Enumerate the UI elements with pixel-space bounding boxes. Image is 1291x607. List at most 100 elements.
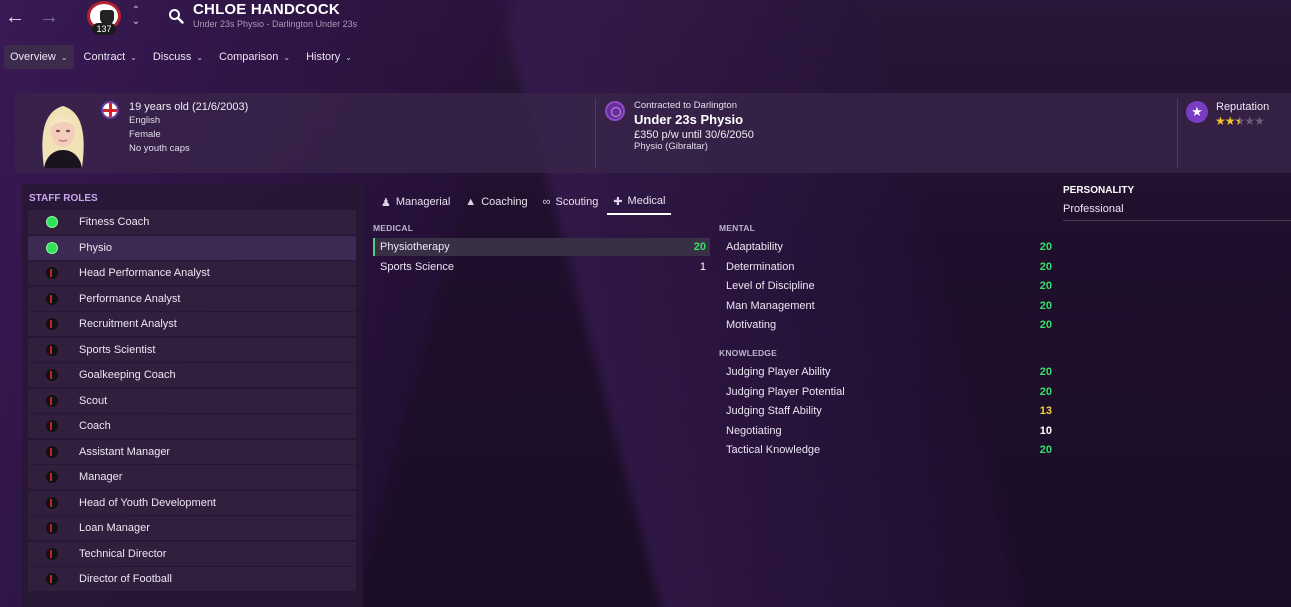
staff-role-label: Manager [79, 471, 123, 483]
staff-role-row[interactable]: Coach [28, 414, 356, 438]
club-badge[interactable]: 137 [84, 0, 124, 35]
attribute-row[interactable]: Level of Discipline 20 [726, 277, 1056, 295]
up-down-chevron-icon[interactable]: ⌃ ⌄ [131, 5, 141, 27]
staff-role-row[interactable]: Head of Youth Development [28, 490, 356, 515]
england-flag-icon [101, 101, 119, 119]
attribute-row[interactable]: Determination 20 [726, 258, 1056, 276]
star-icon: ★ [1224, 114, 1236, 128]
divider [595, 98, 596, 168]
attribute-value: 1 [699, 261, 706, 273]
staff-role-row[interactable]: Manager [28, 465, 356, 489]
attribute-row[interactable]: Adaptability 20 [726, 238, 1056, 256]
status-none-icon [46, 547, 58, 560]
attribute-name: Man Management [726, 299, 815, 312]
tab-label: Overview [10, 51, 56, 63]
tab-scouting[interactable]: ∞ Scouting [537, 189, 605, 215]
tab-history[interactable]: History ⌄ [300, 45, 358, 69]
attribute-row[interactable]: Motivating 20 [726, 316, 1056, 334]
attribute-tabs: ♟ Managerial ▲ Coaching ∞ Scouting ✚ Medical [375, 189, 674, 215]
status-none-icon [46, 394, 58, 407]
attribute-value: 20 [1039, 260, 1052, 273]
attribute-name: Level of Discipline [726, 280, 815, 292]
main-tabs: Overview ⌄ Contract ⌄ Discuss ⌄ Comparison ⌄… [4, 45, 362, 69]
attribute-row[interactable]: Judging Staff Ability 13 [726, 402, 1056, 420]
reputation-stars: ★★★★★ [1215, 114, 1265, 128]
tab-contract[interactable]: Contract ⌄ [78, 45, 143, 69]
attribute-name: Physiotherapy [380, 241, 450, 253]
staff-role-label: Assistant Manager [79, 445, 171, 458]
staff-role-row[interactable]: Director of Football [28, 567, 356, 591]
attribute-row[interactable]: Judging Player Ability 20 [726, 363, 1056, 381]
tab-coaching[interactable]: ▲ Coaching [459, 189, 533, 215]
tab-medical[interactable]: ✚ Medical [607, 189, 672, 215]
caps-text: No youth caps [129, 143, 190, 154]
attribute-row[interactable]: Physiotherapy 20 [373, 238, 710, 256]
reputation-label: Reputation [1216, 101, 1270, 113]
staff-roles-panel: STAFF ROLES Fitness Coach Physio Head Perf… [22, 184, 363, 607]
chevron-down-icon: ⌄ [345, 52, 352, 62]
back-arrow-icon[interactable]: ← [4, 6, 26, 28]
staff-role-row[interactable]: Assistant Manager [28, 439, 356, 464]
attribute-value: 20 [693, 241, 706, 253]
coaching-icon: ▲ [465, 196, 477, 208]
staff-role-row[interactable]: Loan Manager [28, 516, 356, 540]
contract-wage: £350 p/w until 30/6/2050 [634, 129, 754, 141]
status-none-icon [46, 343, 58, 356]
staff-role-row[interactable]: Goalkeeping Coach [28, 363, 356, 387]
medical-section-title: MEDICAL [373, 223, 414, 233]
status-green-icon [46, 241, 58, 254]
attribute-name: Tactical Knowledge [726, 444, 821, 456]
age-text: 19 years old (21/6/2003) [129, 101, 249, 113]
top-bar: ← → 137 ⌃ ⌄ CHLOE HANDCOCK Under 23s Phys… [0, 0, 1291, 40]
club-logo-icon[interactable] [605, 101, 625, 121]
personality-value: Professional [1063, 203, 1124, 215]
staff-role-row[interactable]: Performance Analyst [28, 286, 356, 311]
tab-discuss[interactable]: Discuss ⌄ [147, 45, 209, 69]
chevron-down-icon: ⌄ [130, 52, 137, 62]
forward-arrow-icon[interactable]: → [38, 6, 60, 28]
attribute-row[interactable]: Judging Player Potential 20 [726, 383, 1056, 401]
chevron-down-icon: ⌄ [283, 52, 291, 62]
attribute-row[interactable]: Man Management 20 [726, 297, 1056, 315]
role-detail: Physio (Gibraltar) [634, 141, 708, 152]
attribute-name: Determination [726, 260, 795, 273]
staff-roles-title: STAFF ROLES [29, 193, 98, 204]
chevron-down-icon: ⌄ [60, 52, 68, 62]
staff-role-label: Fitness Coach [79, 216, 150, 228]
page-title: CHLOE HANDCOCK [193, 1, 340, 18]
status-none-icon [46, 420, 58, 432]
gender-text: Female [129, 129, 161, 140]
staff-role-row[interactable]: Fitness Coach [28, 210, 356, 234]
tab-comparison[interactable]: Comparison ⌄ [213, 45, 296, 69]
reputation-star-icon: ★ [1186, 101, 1208, 123]
star-icon: ★ [1254, 114, 1265, 128]
staff-role-row[interactable]: Scout [28, 388, 356, 413]
badge-number: 137 [92, 23, 116, 35]
status-none-icon [46, 445, 58, 458]
attribute-name: Negotiating [726, 424, 782, 437]
tab-overview[interactable]: Overview ⌄ [4, 45, 74, 69]
attribute-row[interactable]: Negotiating 10 [726, 422, 1056, 440]
tab-label: Managerial [395, 196, 451, 208]
page-subtitle: Under 23s Physio - Darlington Under 23s [193, 19, 358, 29]
star-icon: ★ [1244, 114, 1255, 128]
tab-managerial[interactable]: ♟ Managerial [375, 189, 456, 215]
staff-role-row[interactable]: Recruitment Analyst [28, 312, 356, 336]
staff-role-row[interactable]: Head Performance Analyst [28, 261, 356, 285]
staff-role-label: Physio [79, 241, 113, 254]
staff-role-label: Performance Analyst [79, 292, 181, 305]
status-green-icon [46, 216, 58, 228]
search-icon[interactable] [168, 8, 184, 24]
staff-role-row[interactable]: Physio [28, 235, 356, 260]
staff-role-label: Technical Director [79, 547, 167, 560]
managerial-icon: ♟ [381, 196, 391, 209]
staff-role-row[interactable]: Sports Scientist [28, 337, 356, 362]
staff-role-row[interactable]: Technical Director [28, 541, 356, 566]
attribute-name: Judging Player Potential [726, 385, 845, 398]
attribute-row[interactable]: Tactical Knowledge 20 [726, 441, 1056, 459]
attribute-row[interactable]: Sports Science 1 [373, 258, 710, 276]
attribute-value: 20 [1039, 385, 1052, 398]
tab-label: Medical [627, 195, 666, 207]
personal-details: 19 years old (21/6/2003) English Female … [129, 100, 248, 156]
status-none-icon [46, 292, 58, 305]
